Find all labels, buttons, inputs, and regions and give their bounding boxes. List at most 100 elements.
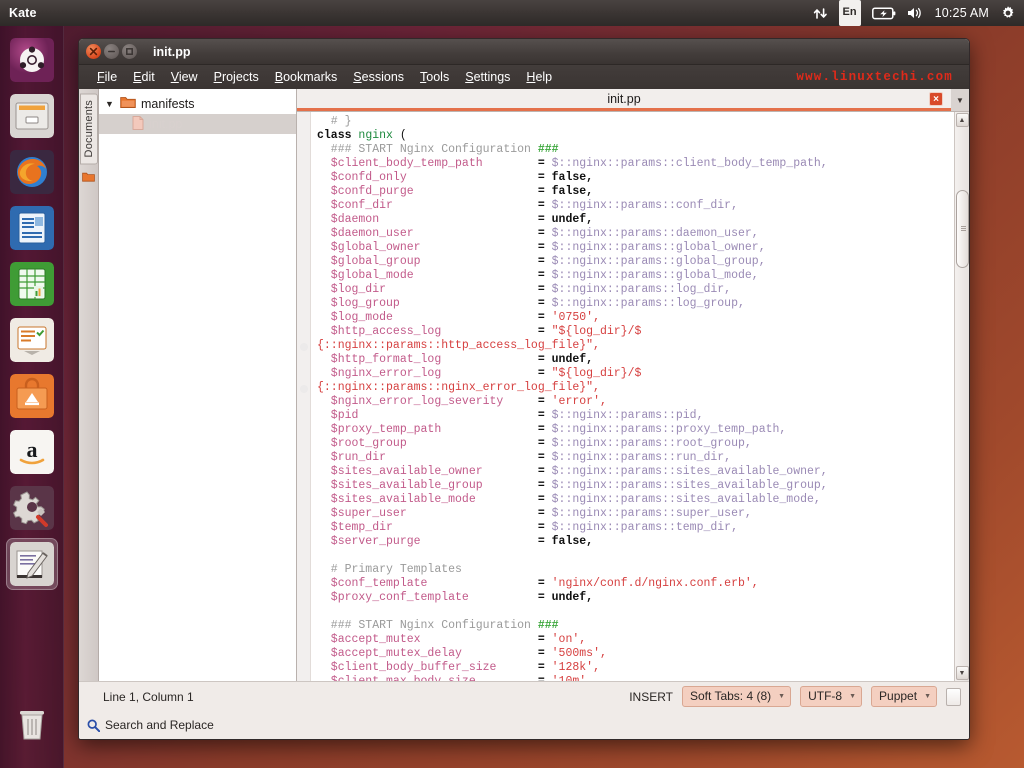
minimize-icon[interactable] xyxy=(104,44,119,59)
fold-gutter[interactable] xyxy=(297,112,311,681)
code-line: $sites_available_owner = $::nginx::param… xyxy=(317,465,954,479)
menu-bookmarks[interactable]: Bookmarks xyxy=(267,68,346,86)
code-line: $conf_dir = $::nginx::params::conf_dir, xyxy=(317,199,954,213)
encoding-combo[interactable]: UTF-8 ▼ xyxy=(800,686,862,707)
code-line: $daemon_user = $::nginx::params::daemon_… xyxy=(317,227,954,241)
menu-file[interactable]: File xyxy=(89,68,125,86)
search-icon[interactable] xyxy=(87,719,100,732)
launcher-item-ubuntu-dash[interactable] xyxy=(7,35,57,85)
chevron-down-icon: ▼ xyxy=(849,693,856,700)
syntax-label: Puppet xyxy=(879,689,917,703)
scrollbar-track[interactable] xyxy=(956,128,969,665)
code-line: $sites_available_mode = $::nginx::params… xyxy=(317,493,954,507)
close-icon[interactable] xyxy=(86,44,101,59)
code-line: $client_body_buffer_size = '128k', xyxy=(317,661,954,675)
file-tree-body xyxy=(99,134,296,681)
launcher-trash-wrap xyxy=(0,696,64,756)
close-icon[interactable]: × xyxy=(929,92,943,106)
code-line: $global_group = $::nginx::params::global… xyxy=(317,255,954,269)
code-line: $run_dir = $::nginx::params::run_dir, xyxy=(317,451,954,465)
launcher-item-amazon[interactable]: a xyxy=(7,427,57,477)
code-line: $global_mode = $::nginx::params::global_… xyxy=(317,269,954,283)
chevron-down-icon[interactable]: ▼ xyxy=(951,89,969,111)
scroll-up-arrow-icon[interactable]: ▲ xyxy=(956,113,969,127)
code-line: # } xyxy=(317,115,954,129)
code-line: $http_access_log = "${log_dir}/$ xyxy=(317,325,954,339)
clock-indicator[interactable]: 10:25 AM xyxy=(935,0,989,26)
search-and-replace-label: Search and Replace xyxy=(105,718,214,732)
code-line: $global_owner = $::nginx::params::global… xyxy=(317,241,954,255)
tree-item-manifests[interactable]: ▼ manifests xyxy=(99,94,296,114)
window-title: init.pp xyxy=(153,45,191,59)
chevron-down-icon[interactable]: ▼ xyxy=(105,99,115,109)
code-line: $conf_template = 'nginx/conf.d/nginx.con… xyxy=(317,577,954,591)
code-line: $root_group = $::nginx::params::root_gro… xyxy=(317,437,954,451)
launcher-item-system-settings[interactable] xyxy=(7,483,57,533)
tab-label: init.pp xyxy=(607,92,640,106)
gear-cog-icon[interactable] xyxy=(1000,0,1016,26)
soft-tabs-label: Soft Tabs: 4 (8) xyxy=(690,689,771,703)
code-line: $http_format_log = undef, xyxy=(317,353,954,367)
menu-tools[interactable]: Tools xyxy=(412,68,457,86)
code-line: class nginx ( xyxy=(317,129,954,143)
panel-indicators: En 10:25 AM xyxy=(813,0,1024,26)
launcher-item-libreoffice-impress[interactable] xyxy=(7,315,57,365)
editor-tabbar: init.pp × ▼ xyxy=(297,89,969,111)
fold-marker[interactable] xyxy=(300,385,308,393)
menu-view[interactable]: View xyxy=(163,68,206,86)
network-updown-icon[interactable] xyxy=(813,0,828,26)
code-line: $client_body_temp_path = $::nginx::param… xyxy=(317,157,954,171)
unity-launcher: a xyxy=(0,26,64,768)
launcher-item-ubuntu-software-center[interactable] xyxy=(7,371,57,421)
insert-mode-label[interactable]: INSERT xyxy=(629,690,673,704)
code-line: {::nginx::params::http_access_log_file}"… xyxy=(317,339,954,353)
code-line: $proxy_conf_template = undef, xyxy=(317,591,954,605)
scrollbar-thumb[interactable] xyxy=(956,190,969,268)
tab-init-pp[interactable]: init.pp × xyxy=(297,89,951,111)
menu-edit[interactable]: Edit xyxy=(125,68,163,86)
search-and-replace-bar[interactable]: Search and Replace xyxy=(79,711,969,739)
menu-projects[interactable]: Projects xyxy=(206,68,267,86)
vertical-scrollbar[interactable]: ▲ ▼ xyxy=(954,112,969,681)
top-panel: Kate En 10:25 AM xyxy=(0,0,1024,26)
tree-item-label: init.pp xyxy=(149,117,182,131)
launcher-item-libreoffice-calc[interactable] xyxy=(7,259,57,309)
encoding-label: UTF-8 xyxy=(808,689,842,703)
code-line: $daemon = undef, xyxy=(317,213,954,227)
launcher-item-kate[interactable] xyxy=(7,539,57,589)
code-line: $log_group = $::nginx::params::log_group… xyxy=(317,297,954,311)
editor-wrap: # }class nginx ( ### START Nginx Configu… xyxy=(297,111,969,681)
battery-icon[interactable] xyxy=(872,0,896,26)
menu-settings[interactable]: Settings xyxy=(457,68,518,86)
menu-help[interactable]: Help xyxy=(518,68,560,86)
statusbar: Line 1, Column 1 INSERT Soft Tabs: 4 (8)… xyxy=(79,681,969,711)
launcher-item-firefox[interactable] xyxy=(7,147,57,197)
code-line: ### START Nginx Configuration ### xyxy=(317,619,954,633)
file-tree-sidebar: ▼ manifests init.pp xyxy=(99,89,297,681)
fold-marker[interactable] xyxy=(300,343,308,351)
tree-item-init-pp[interactable]: init.pp xyxy=(99,114,296,134)
volume-icon[interactable] xyxy=(907,0,924,26)
file-icon xyxy=(132,116,144,133)
code-line: $server_purge = false, xyxy=(317,535,954,549)
panel-app-name[interactable]: Kate xyxy=(9,6,37,20)
keyboard-layout-indicator[interactable]: En xyxy=(839,0,861,26)
folder-icon xyxy=(82,169,95,187)
chevron-down-icon: ▼ xyxy=(778,693,785,700)
scroll-down-arrow-icon[interactable]: ▼ xyxy=(956,666,969,680)
code-line: $confd_only = false, xyxy=(317,171,954,185)
syntax-mode-combo[interactable]: Puppet ▼ xyxy=(871,686,937,707)
window-titlebar[interactable]: init.pp xyxy=(79,39,969,65)
code-editor[interactable]: # }class nginx ( ### START Nginx Configu… xyxy=(311,112,954,681)
launcher-item-libreoffice-writer[interactable] xyxy=(7,203,57,253)
launcher-item-trash[interactable] xyxy=(7,700,57,750)
code-line: $nginx_error_log_severity = 'error', xyxy=(317,395,954,409)
maximize-icon[interactable] xyxy=(122,44,137,59)
code-line: $confd_purge = false, xyxy=(317,185,954,199)
code-line xyxy=(317,549,954,563)
document-icon[interactable] xyxy=(946,688,961,706)
launcher-item-files[interactable] xyxy=(7,91,57,141)
menu-sessions[interactable]: Sessions xyxy=(345,68,412,86)
sidebar-tab-documents[interactable]: Documents xyxy=(80,93,98,164)
soft-tabs-combo[interactable]: Soft Tabs: 4 (8) ▼ xyxy=(682,686,791,707)
